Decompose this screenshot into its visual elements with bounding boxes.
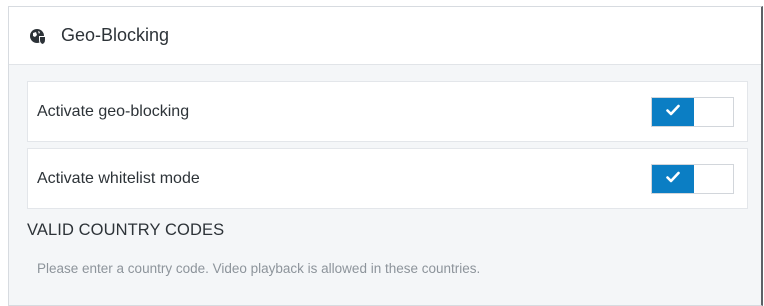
setting-row-geo-blocking: Activate geo-blocking bbox=[27, 81, 748, 142]
checkmark-icon bbox=[666, 103, 680, 121]
country-codes-helper-text: Please enter a country code. Video playb… bbox=[37, 261, 481, 276]
toggle-on-segment bbox=[652, 164, 694, 193]
toggle-off-segment bbox=[694, 97, 733, 126]
toggle-off-segment bbox=[694, 164, 733, 193]
geo-blocking-toggle[interactable] bbox=[651, 96, 734, 127]
panel-header: Geo-Blocking bbox=[9, 7, 761, 65]
globe-shield-icon bbox=[29, 27, 47, 45]
setting-label-whitelist-mode: Activate whitelist mode bbox=[37, 169, 200, 187]
checkmark-icon bbox=[666, 170, 680, 188]
country-codes-heading: VALID COUNTRY CODES bbox=[27, 221, 225, 239]
setting-row-whitelist-mode: Activate whitelist mode bbox=[27, 148, 748, 209]
panel-title: Geo-Blocking bbox=[61, 25, 170, 45]
geo-blocking-panel: Geo-Blocking Activate geo-blocking Activ… bbox=[8, 6, 763, 306]
setting-label-geo-blocking: Activate geo-blocking bbox=[37, 102, 190, 120]
whitelist-mode-toggle[interactable] bbox=[651, 163, 734, 194]
panel-body: Activate geo-blocking Activate whitelist… bbox=[9, 65, 761, 276]
toggle-on-segment bbox=[652, 97, 694, 126]
